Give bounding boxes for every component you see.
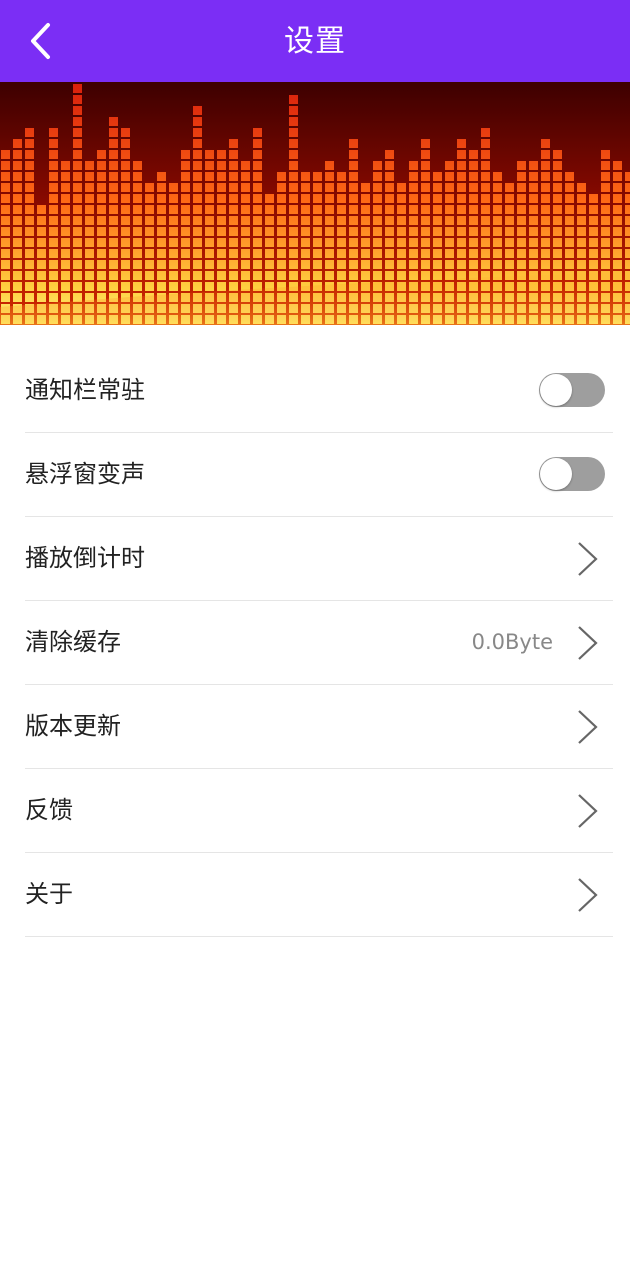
setting-about-label: 关于 (25, 880, 73, 908)
notification-toggle[interactable] (539, 373, 605, 407)
setting-floating-voice-label: 悬浮窗变声 (25, 460, 145, 488)
toggle-knob (540, 458, 572, 490)
header-bar: 设置 (0, 0, 630, 82)
setting-feedback[interactable]: 反馈 (25, 769, 613, 853)
setting-update[interactable]: 版本更新 (25, 685, 613, 769)
setting-floating-voice: 悬浮窗变声 (25, 433, 613, 517)
equalizer-banner (0, 82, 630, 325)
setting-timer[interactable]: 播放倒计时 (25, 517, 613, 601)
setting-feedback-label: 反馈 (25, 796, 73, 824)
setting-notification: 通知栏常驻 (25, 349, 613, 433)
page-title: 设置 (284, 24, 346, 59)
cache-size-value: 0.0Byte (471, 630, 553, 654)
settings-list: 通知栏常驻 悬浮窗变声 播放倒计时 清除缓存 0.0Byte 版本更新 反馈 关… (25, 349, 613, 937)
chevron-right-icon (578, 542, 598, 576)
setting-about[interactable]: 关于 (25, 853, 613, 937)
floating-voice-toggle[interactable] (539, 457, 605, 491)
setting-timer-label: 播放倒计时 (25, 544, 145, 572)
chevron-right-icon (578, 794, 598, 828)
setting-clear-cache-label: 清除缓存 (25, 628, 121, 656)
chevron-right-icon (578, 626, 598, 660)
chevron-right-icon (578, 710, 598, 744)
chevron-right-icon (578, 878, 598, 912)
setting-notification-label: 通知栏常驻 (25, 376, 145, 404)
toggle-knob (540, 374, 572, 406)
setting-update-label: 版本更新 (25, 712, 121, 740)
setting-clear-cache[interactable]: 清除缓存 0.0Byte (25, 601, 613, 685)
